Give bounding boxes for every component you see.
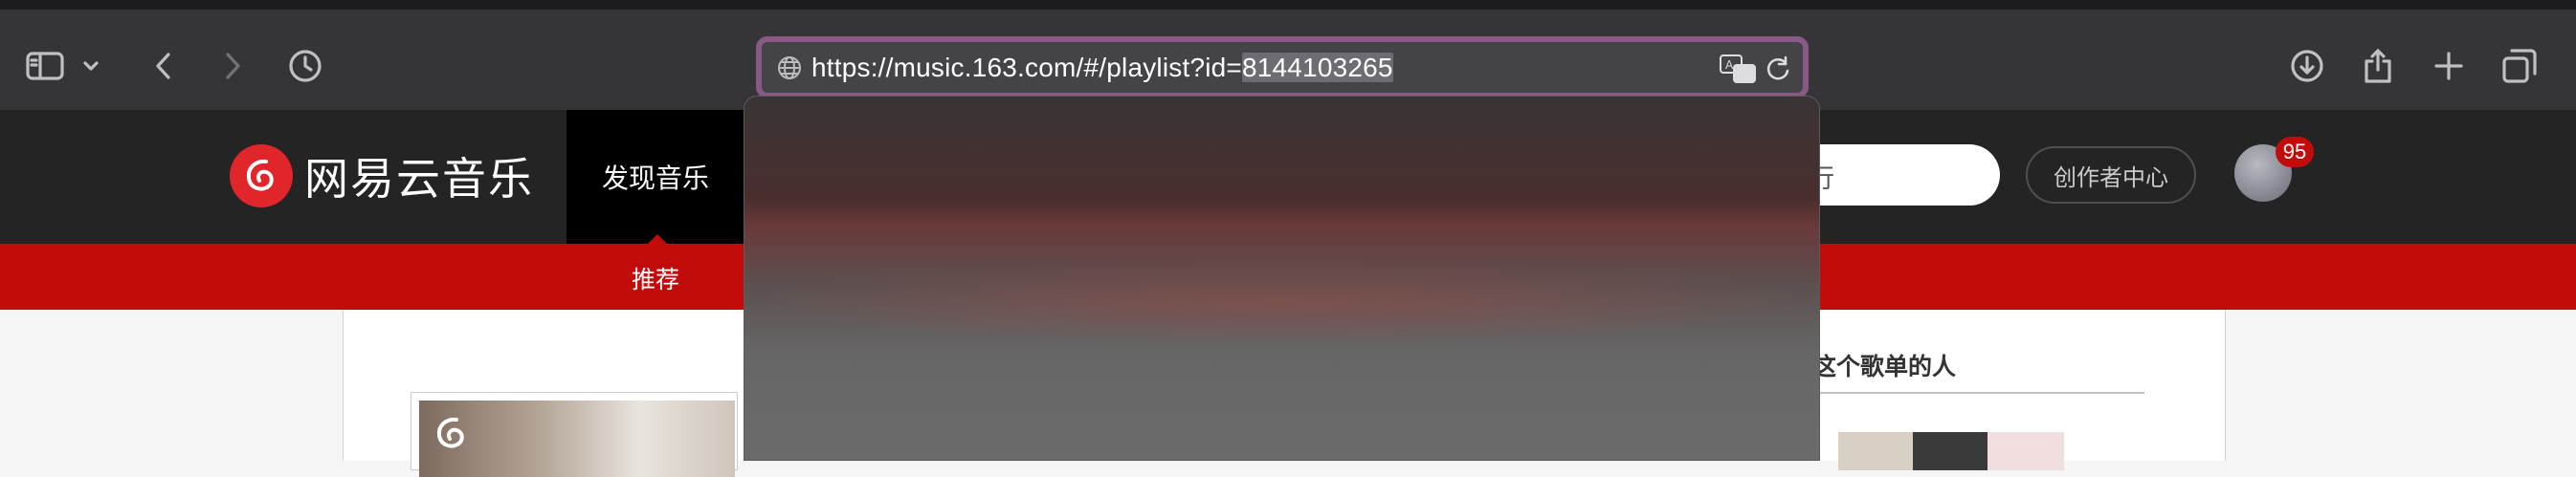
- netease-logo-icon: [230, 144, 293, 207]
- subnav-recommend[interactable]: 推荐: [632, 261, 679, 295]
- playlist-cover-frame: [411, 392, 738, 477]
- site-logo[interactable]: 网易云音乐: [230, 144, 534, 207]
- logo-text: 网易云音乐: [304, 154, 534, 204]
- url-selected-id: 8144103265: [1241, 53, 1393, 82]
- creator-center-label: 创作者中心: [2054, 164, 2168, 191]
- url-prefix: https://music.163.com/#/playlist?id=: [811, 53, 1242, 82]
- playlist-cover[interactable]: [419, 401, 735, 477]
- share-icon[interactable]: [2354, 42, 2402, 90]
- address-suggestion-popup[interactable]: [744, 96, 1820, 461]
- creator-center-button[interactable]: 创作者中心: [2026, 146, 2196, 204]
- translate-icon[interactable]: A: [1719, 54, 1757, 84]
- divider: [1779, 392, 2144, 394]
- history-icon[interactable]: [281, 42, 329, 90]
- globe-icon: [778, 56, 801, 79]
- address-bar[interactable]: https://music.163.com/#/playlist?id=8144…: [756, 36, 1809, 98]
- tab-overview-icon[interactable]: [2496, 42, 2543, 90]
- reload-icon[interactable]: [1765, 55, 1791, 82]
- download-icon[interactable]: [2283, 42, 2331, 90]
- back-icon[interactable]: [140, 42, 188, 90]
- url-text[interactable]: https://music.163.com/#/playlist?id=8144…: [811, 53, 1393, 83]
- svg-text:A: A: [1725, 58, 1734, 72]
- nav-discover-label: 发现音乐: [601, 163, 709, 193]
- nav-discover-music[interactable]: 发现音乐: [566, 110, 744, 244]
- browser-toolbar: https://music.163.com/#/playlist?id=8144…: [0, 0, 2576, 110]
- user-thumb[interactable]: [1838, 432, 1915, 470]
- user-thumb[interactable]: [1913, 432, 1989, 470]
- netease-watermark-icon: [436, 417, 464, 448]
- popup-blur-glow: [744, 259, 1819, 345]
- plus-icon[interactable]: [2425, 42, 2473, 90]
- sidebar-toggle-icon[interactable]: [21, 42, 69, 90]
- forward-icon[interactable]: [209, 42, 256, 90]
- chevron-down-icon[interactable]: [77, 42, 105, 90]
- side-section-title: 这个歌单的人: [1812, 354, 1957, 380]
- notification-badge: 95: [2276, 137, 2314, 167]
- user-thumb[interactable]: [1988, 432, 2064, 470]
- active-indicator: [648, 234, 667, 244]
